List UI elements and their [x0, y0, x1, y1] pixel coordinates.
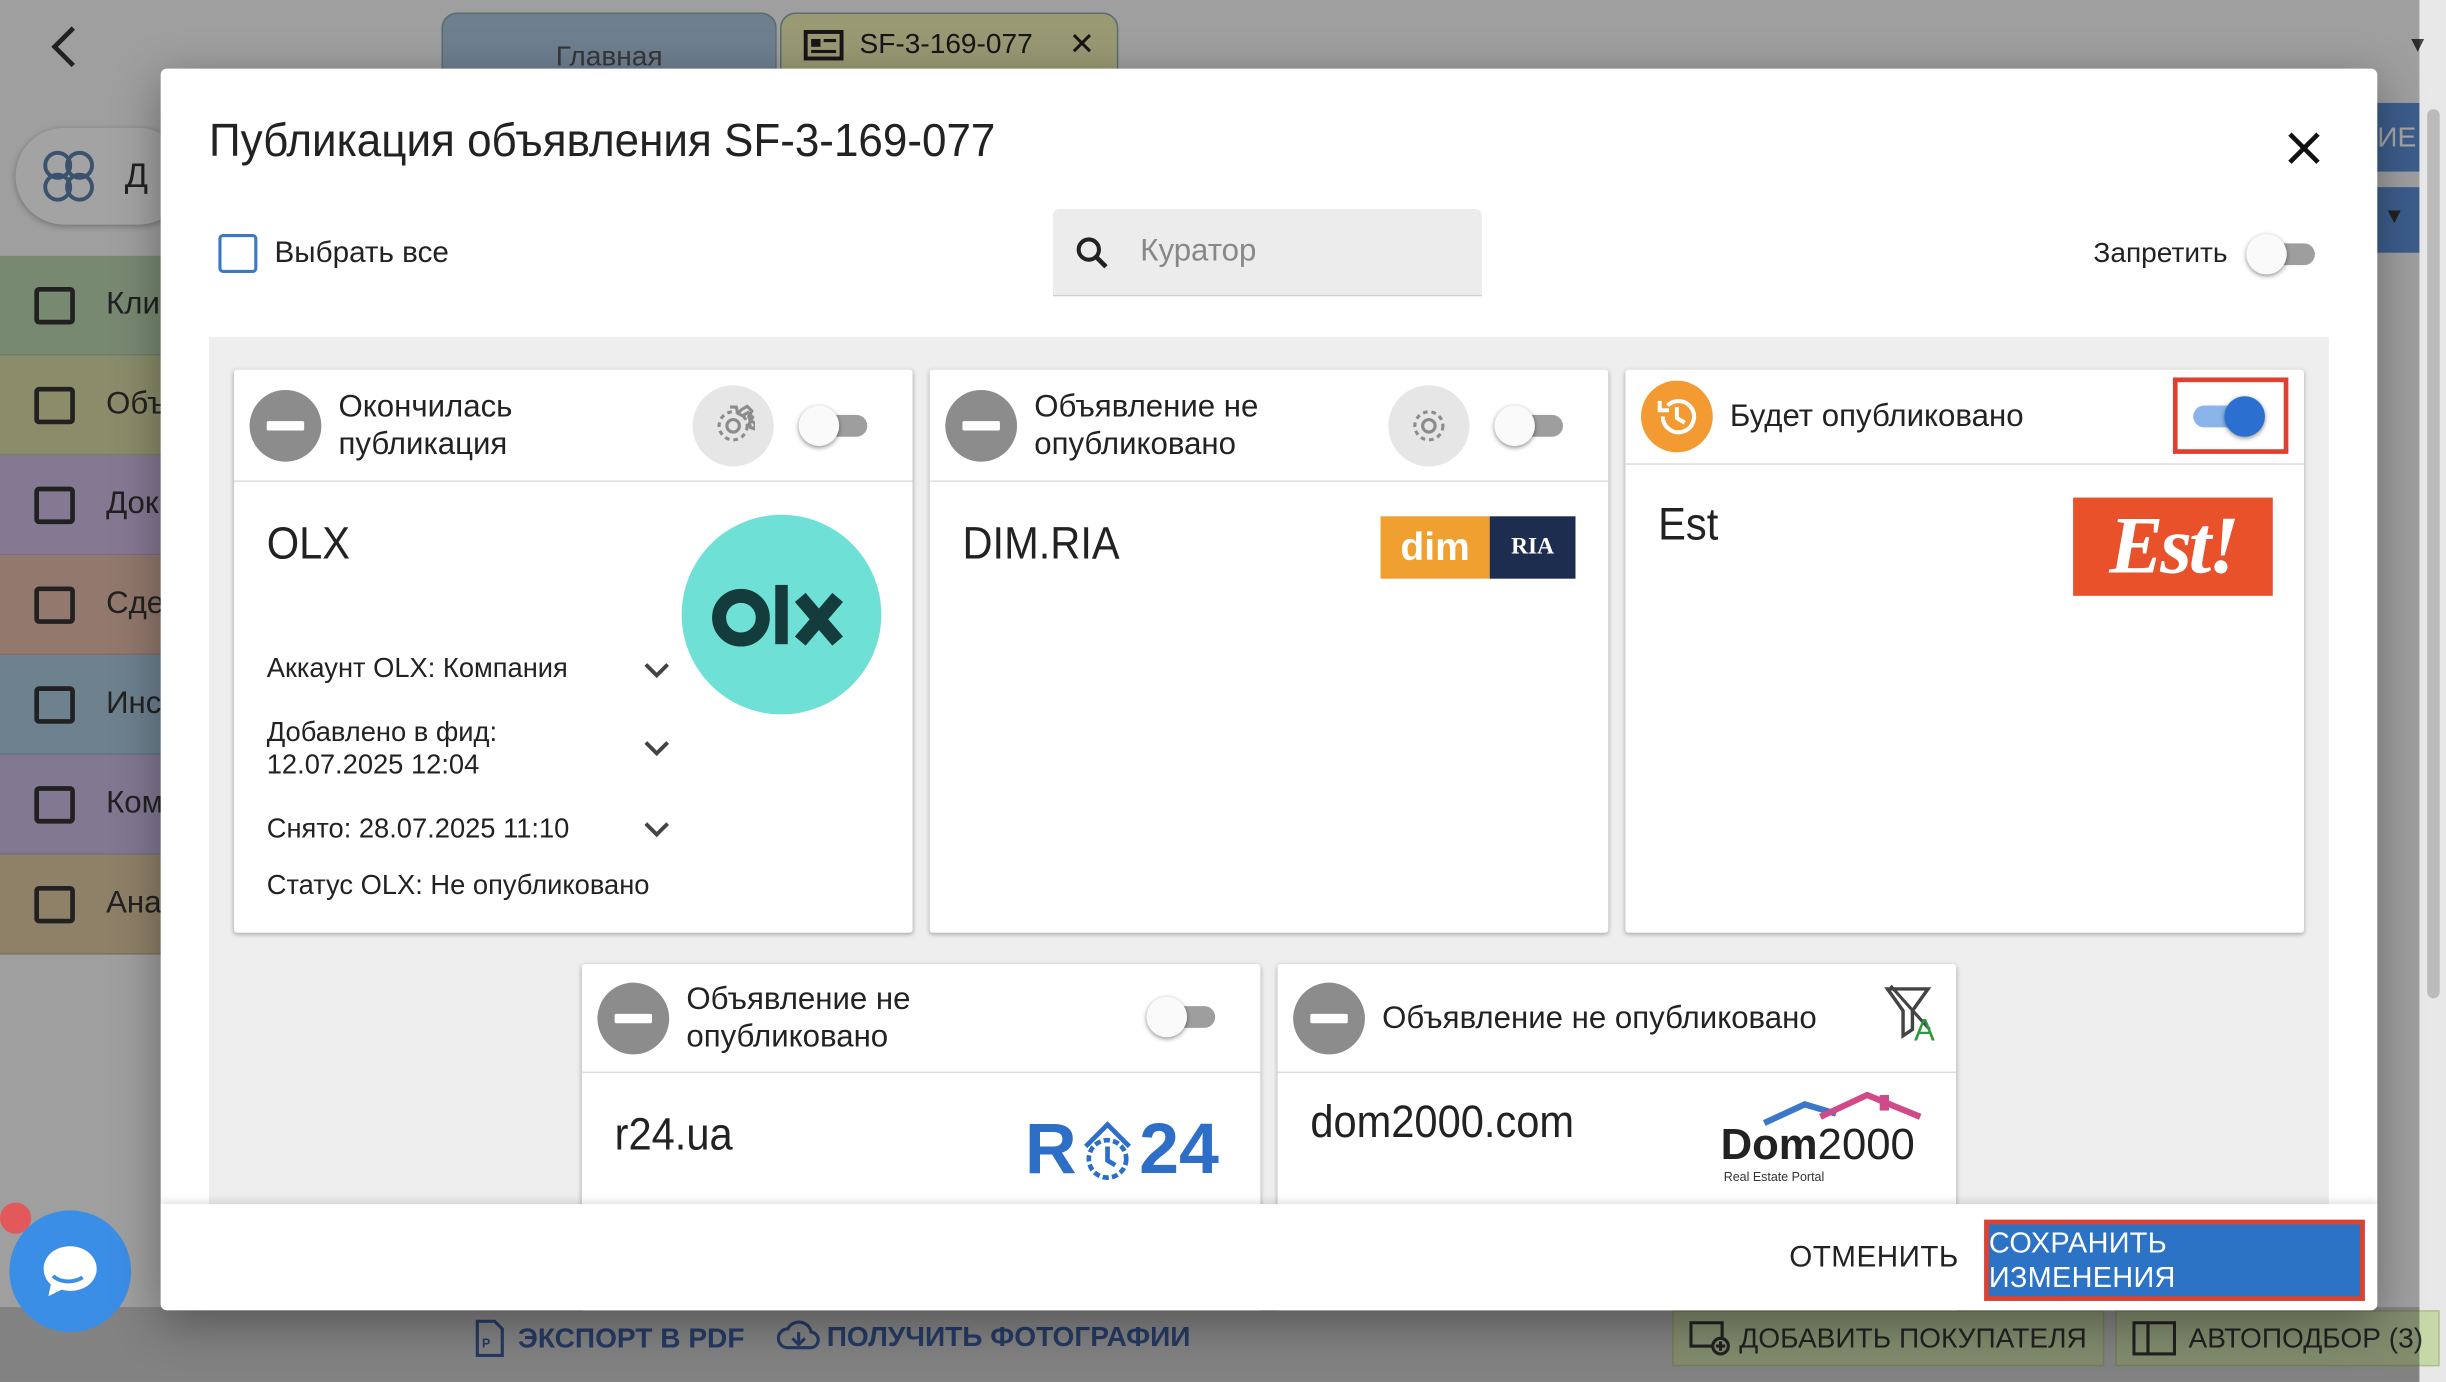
platform-card-olx: Окончилась публикация OLX Аккаунт OLX: К…	[233, 369, 913, 933]
select-all-checkbox[interactable]	[218, 233, 258, 273]
platform-name: OLX	[266, 519, 351, 570]
platform-card-dimria: Объявление не опубликовано DIM.RIA dim R…	[929, 369, 1609, 933]
search-icon	[1076, 236, 1108, 268]
close-icon[interactable]	[2281, 125, 2328, 172]
card-header: Объявление не опубликовано	[929, 370, 1609, 482]
save-changes-button[interactable]: СОХРАНИТЬ ИЗМЕНЕНИЯ	[1984, 1219, 2365, 1301]
scheduled-clock-icon	[1641, 380, 1713, 453]
select-all[interactable]: Выбрать все	[218, 233, 449, 273]
dom-text: Dom	[1720, 1119, 1818, 1169]
enable-toggle-dimria[interactable]	[1494, 405, 1566, 447]
est-logo: Est!	[2073, 497, 2273, 596]
olx-logo	[681, 514, 882, 715]
card-status: Объявление не опубликовано	[1382, 1000, 1817, 1035]
enable-toggle-r24[interactable]	[1146, 996, 1219, 1038]
select-all-label: Выбрать все	[274, 236, 449, 270]
r24-logo-r: R	[1024, 1107, 1077, 1189]
platform-name: DIM.RIA	[962, 519, 1120, 570]
ria-logo-part: RIA	[1489, 516, 1576, 579]
r24-logo: R 24	[1025, 1104, 1231, 1191]
chevron-down-icon[interactable]	[641, 738, 672, 760]
platform-name: r24.ua	[614, 1110, 733, 1161]
minus-circle-icon	[945, 389, 1018, 461]
dom2000-logo: Dom2000 Real Estate Portal	[1720, 1091, 1933, 1186]
card-status: Объявление не опубликовано	[1034, 389, 1259, 461]
olx-status: Статус OLX: Не опубликовано	[266, 868, 650, 901]
est-logo-text: Est!	[2109, 502, 2239, 592]
chevron-down-icon[interactable]	[641, 819, 672, 841]
platforms-area: Окончилась публикация OLX Аккаунт OLX: К…	[209, 336, 2329, 1311]
platform-card-est: Будет опубликовано Est Est!	[1625, 369, 2304, 933]
forbid-label: Запретить	[2093, 237, 2228, 269]
platform-name: Est	[1658, 500, 1719, 551]
gear-icon[interactable]	[692, 385, 774, 467]
cancel-button[interactable]: ОТМЕНИТЬ	[1789, 1242, 1959, 1276]
filter-badge: A	[1913, 1013, 1935, 1049]
minus-circle-icon	[1293, 981, 1365, 1054]
platform-name: dom2000.com	[1310, 1098, 1575, 1149]
r24-logo-24: 24	[1139, 1107, 1219, 1189]
curator-input[interactable]	[1140, 233, 1437, 270]
olx-added-to-feed: Добавлено в фид: 12.07.2025 12:04	[266, 715, 498, 780]
minus-circle-icon	[249, 389, 322, 461]
card-header: Окончилась публикация	[233, 370, 913, 482]
curator-search[interactable]	[1052, 209, 1482, 297]
chat-button[interactable]	[9, 1210, 132, 1333]
gear-icon[interactable]	[1388, 385, 1470, 467]
house-clock-icon	[1084, 1121, 1132, 1180]
dom-subtitle: Real Estate Portal	[1723, 1169, 1825, 1184]
dim-logo-part: dim	[1380, 516, 1490, 579]
screen: Главная SF-3-169-077 ✕ Д Кли Объ Док Сде Инс…	[0, 0, 2446, 1382]
publication-dialog: Публикация объявления SF-3-169-077 Выбра…	[160, 68, 2378, 1311]
chevron-down-icon[interactable]	[641, 660, 672, 682]
dialog-title: Публикация объявления SF-3-169-077	[209, 115, 996, 167]
card-header: Будет опубликовано	[1625, 370, 2304, 465]
enable-toggle-est[interactable]	[2190, 396, 2265, 437]
olx-account: Аккаунт OLX: Компания	[266, 651, 568, 684]
dim-ria-logo: dim RIA	[1380, 516, 1576, 579]
scrollbar-thumb[interactable]	[2427, 109, 2440, 999]
dialog-footer: ОТМЕНИТЬ СОХРАНИТЬ ИЗМЕНЕНИЯ	[160, 1204, 2378, 1311]
forbid-toggle[interactable]	[2246, 233, 2318, 274]
card-header: Объявление не опубликовано	[581, 964, 1261, 1074]
chat-bubble-icon	[43, 1246, 97, 1297]
minus-circle-icon	[597, 981, 670, 1054]
card-status: Окончилась публикация	[338, 389, 513, 461]
card-header: Объявление не опубликовано A	[1277, 964, 1957, 1074]
olx-removed: Снято: 28.07.2025 11:10	[266, 812, 570, 844]
forbid-control: Запретить	[2093, 233, 2318, 274]
card-status: Будет опубликовано	[1729, 399, 2024, 434]
enable-toggle-olx[interactable]	[798, 405, 871, 447]
olx-logo-mark	[712, 584, 843, 647]
dom-2000-text: 2000	[1817, 1119, 1915, 1169]
card-status: Объявление не опубликовано	[686, 981, 911, 1054]
